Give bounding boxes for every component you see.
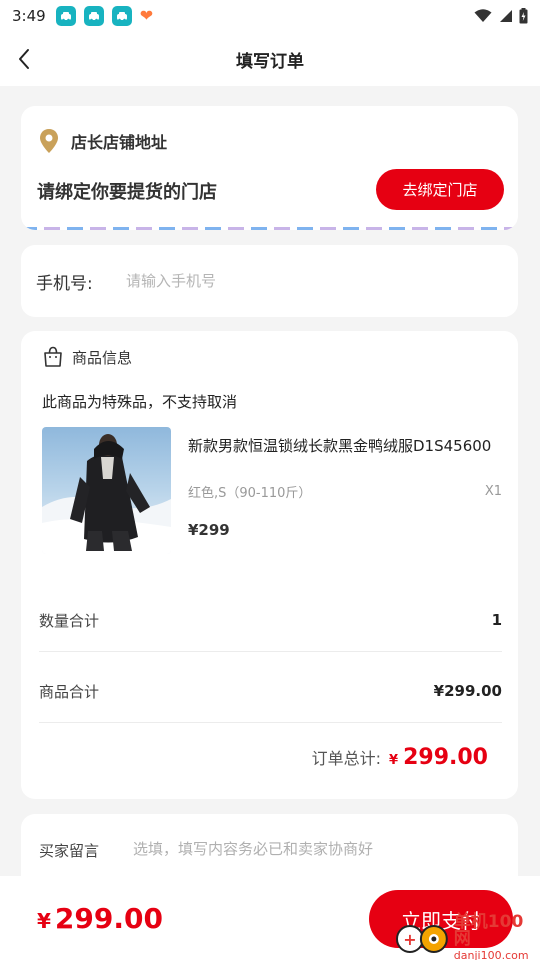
goods-total-label: 商品合计 bbox=[39, 682, 100, 701]
chevron-left-icon bbox=[19, 49, 29, 69]
phone-input[interactable] bbox=[126, 272, 486, 290]
phone-label: 手机号: bbox=[36, 273, 93, 294]
product-name: 新款男款恒温锁绒长款黑金鸭绒服D1S45600 bbox=[188, 437, 492, 455]
order-total-value: 299.00 bbox=[403, 745, 488, 770]
wifi-icon bbox=[474, 9, 492, 22]
bind-store-button[interactable]: 去绑定门店 bbox=[376, 169, 504, 210]
svg-text:+: + bbox=[403, 930, 416, 949]
order-total: 订单总计: ¥ 299.00 bbox=[312, 745, 488, 770]
status-time: 3:49 bbox=[12, 7, 46, 25]
battery-icon bbox=[519, 8, 528, 24]
watermark-texts: 单机100网 danji100.com bbox=[453, 911, 540, 960]
product-image[interactable] bbox=[42, 427, 171, 554]
goods-header: 商品信息 bbox=[41, 345, 132, 369]
nav-bar: 填写订单 bbox=[0, 32, 540, 86]
goods-card: 商品信息 此商品为特殊品，不支持取消 新款男款恒温锁绒长款黑金鸭绒服D1S456… bbox=[21, 331, 518, 799]
store-title-row: 店长店铺地址 bbox=[37, 128, 167, 154]
goods-notice: 此商品为特殊品，不支持取消 bbox=[42, 393, 238, 411]
goods-total-value: ¥299.00 bbox=[433, 682, 502, 700]
car-app-icon bbox=[83, 6, 104, 26]
signal-icon bbox=[500, 10, 512, 22]
watermark-logo-icon: + bbox=[395, 925, 448, 953]
car-app-icon bbox=[55, 6, 76, 26]
watermark-url: danji100.com bbox=[453, 948, 529, 960]
status-indicators bbox=[474, 8, 528, 24]
back-button[interactable] bbox=[6, 40, 42, 78]
goods-total-row: 商品合计 ¥299.00 bbox=[39, 671, 502, 711]
store-address-card: 店长店铺地址 请绑定你要提货的门店 去绑定门店 bbox=[21, 106, 518, 230]
product-quantity: X1 bbox=[484, 484, 502, 499]
buyer-message-input[interactable] bbox=[133, 840, 503, 858]
status-bar: 3:49 ❤ bbox=[0, 0, 540, 32]
order-total-label: 订单总计: bbox=[311, 749, 382, 768]
order-total-currency: ¥ bbox=[389, 753, 399, 768]
buyer-message-label: 买家留言 bbox=[39, 842, 100, 860]
quantity-total-label: 数量合计 bbox=[39, 611, 100, 630]
bottom-total: ¥ 299.00 bbox=[37, 902, 163, 935]
divider bbox=[39, 722, 502, 723]
shopping-bag-icon bbox=[44, 346, 62, 367]
bottom-total-currency: ¥ bbox=[37, 909, 51, 933]
watermark-text: 单机100网 bbox=[453, 911, 524, 949]
bottom-total-value: 299.00 bbox=[54, 902, 163, 935]
divider bbox=[39, 651, 502, 652]
quantity-total-value: 1 bbox=[491, 611, 502, 629]
watermark: + 单机100网 danji100.com bbox=[394, 911, 540, 960]
store-prompt: 请绑定你要提货的门店 bbox=[37, 182, 217, 203]
store-title: 店长店铺地址 bbox=[71, 133, 168, 152]
product-spec: 红色,S（90-110斤） bbox=[188, 486, 312, 501]
dashed-divider bbox=[21, 227, 518, 230]
location-pin-icon bbox=[40, 129, 58, 153]
heart-icon: ❤ bbox=[139, 6, 154, 25]
quantity-total-row: 数量合计 1 bbox=[39, 600, 502, 640]
car-app-icon bbox=[111, 6, 132, 26]
page-title: 填写订单 bbox=[236, 51, 304, 72]
product-price: ¥299 bbox=[188, 521, 230, 539]
phone-card: 手机号: bbox=[21, 245, 518, 317]
goods-header-label: 商品信息 bbox=[72, 348, 133, 367]
